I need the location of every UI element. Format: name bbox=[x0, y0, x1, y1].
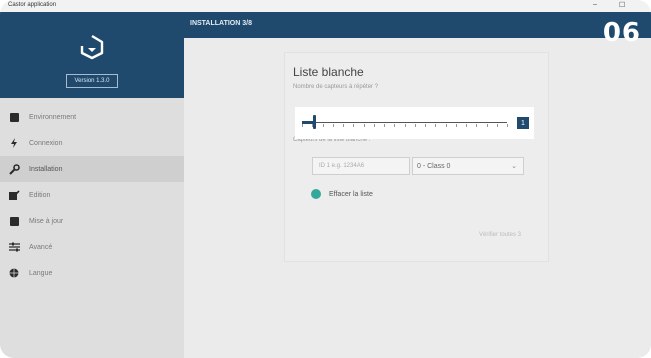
sidebar-item-label: Avancé bbox=[29, 243, 53, 251]
step-header: INSTALLATION 3/8 06 bbox=[184, 12, 651, 48]
slider-tick bbox=[302, 124, 303, 127]
version-label: Version 1.3.0 bbox=[66, 74, 118, 88]
sidebar-item-installation[interactable]: Installation bbox=[0, 156, 184, 182]
clear-list-label: Effacer la liste bbox=[329, 190, 373, 198]
slider-tick bbox=[455, 124, 457, 127]
slider-tick bbox=[363, 124, 365, 127]
logo-block: Version 1.3.0 bbox=[0, 12, 184, 98]
slider-tick bbox=[425, 124, 426, 127]
sidebar: Version 1.3.0 Environnement Connexion In… bbox=[0, 12, 184, 358]
main-content: INSTALLATION 3/8 06 Liste blanche Nombre… bbox=[184, 12, 651, 358]
sidebar-item-label: Edition bbox=[29, 191, 51, 199]
sidebar-nav: Environnement Connexion Installation Edi… bbox=[0, 104, 184, 286]
sidebar-item-label: Mise à jour bbox=[29, 217, 64, 225]
title-bar: Castor application – ☐ bbox=[0, 0, 651, 12]
slider-tick bbox=[343, 124, 344, 127]
slider-tick bbox=[466, 124, 467, 127]
repeat-count-slider[interactable]: 1 bbox=[295, 107, 534, 139]
sidebar-item-connexion[interactable]: Connexion bbox=[0, 130, 184, 156]
slider-tick bbox=[435, 124, 437, 127]
slider-track[interactable] bbox=[302, 122, 507, 123]
panel-title: Liste blanche bbox=[293, 65, 364, 79]
lightning-icon bbox=[8, 137, 20, 149]
globe-icon bbox=[8, 267, 20, 279]
sidebar-item-langue[interactable]: Langue bbox=[0, 260, 184, 286]
step-badge: 06 bbox=[602, 18, 641, 48]
chevron-down-icon: ⌄ bbox=[511, 163, 517, 170]
maximize-button[interactable]: ☐ bbox=[619, 1, 625, 9]
sliders-icon bbox=[8, 241, 20, 253]
slider-tick bbox=[414, 124, 416, 127]
sidebar-item-avance[interactable]: Avancé bbox=[0, 234, 184, 260]
clear-icon bbox=[311, 189, 321, 199]
sensor-class-value: 0 - Class 0 bbox=[417, 162, 451, 170]
slider-tick bbox=[486, 124, 488, 127]
app-window: Castor application – ☐ Version 1.3.0 Env… bbox=[0, 0, 651, 358]
edit-icon bbox=[8, 189, 20, 201]
slider-tick bbox=[404, 124, 406, 127]
sidebar-item-edition[interactable]: Edition bbox=[0, 182, 184, 208]
slider-tick bbox=[445, 124, 447, 127]
slider-tick bbox=[507, 124, 508, 127]
step-title: INSTALLATION 3/8 bbox=[190, 20, 252, 27]
update-icon bbox=[8, 215, 20, 227]
box-icon bbox=[8, 111, 20, 123]
minimize-button[interactable]: – bbox=[593, 1, 597, 8]
slider-tick bbox=[394, 124, 396, 127]
slider-tick bbox=[476, 124, 478, 127]
slider-tick bbox=[496, 124, 498, 127]
sidebar-item-label: Environnement bbox=[29, 113, 77, 121]
slider-tick bbox=[384, 124, 385, 127]
slider-value: 1 bbox=[517, 117, 529, 129]
clear-list-button[interactable]: Effacer la liste bbox=[311, 187, 373, 201]
app-logo-icon bbox=[80, 34, 104, 60]
wrench-icon bbox=[8, 163, 20, 175]
slider-tick bbox=[353, 124, 355, 127]
sensor-id-input[interactable]: ID 1 e.g. 1234A6 bbox=[312, 157, 410, 175]
sidebar-item-label: Connexion bbox=[29, 139, 63, 147]
sidebar-item-label: Langue bbox=[29, 269, 53, 277]
slider-thumb[interactable] bbox=[313, 115, 316, 129]
slider-tick bbox=[322, 124, 324, 127]
slider-label: Nombre de capteurs à répéter ? bbox=[293, 84, 379, 90]
sidebar-item-mise-a-jour[interactable]: Mise à jour bbox=[0, 208, 184, 234]
window-title: Castor application bbox=[8, 2, 57, 8]
sidebar-item-environnement[interactable]: Environnement bbox=[0, 104, 184, 130]
slider-tick bbox=[332, 124, 334, 127]
sidebar-item-label: Installation bbox=[29, 165, 63, 173]
next-step-link[interactable]: Vérifier toutes 3 bbox=[479, 232, 521, 238]
slider-tick bbox=[373, 124, 375, 127]
sensor-class-select[interactable]: 0 - Class 0 ⌄ bbox=[412, 157, 524, 175]
